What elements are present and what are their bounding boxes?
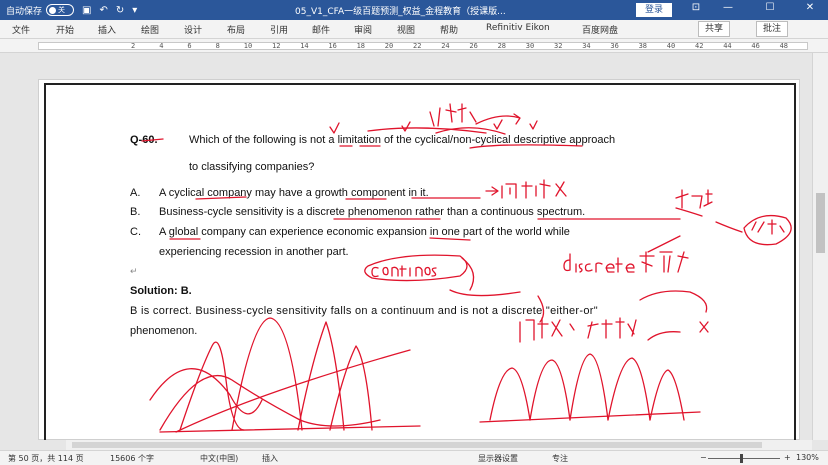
tab-design[interactable]: 设计 [184,23,202,36]
tab-baidu-netdisk[interactable]: 百度网盘 [582,23,618,36]
ruler-number: 18 [356,42,366,50]
ruler-number: 2 [131,42,136,50]
share-button[interactable]: 共享 [698,21,731,37]
zoom-level[interactable]: 130% [796,453,819,462]
zoom-out-icon[interactable]: − [700,453,707,462]
undo-icon[interactable]: ↶ [99,5,107,16]
tab-help[interactable]: 帮助 [440,23,458,36]
ruler-number: 34 [582,42,591,50]
horizontal-scrollbar[interactable] [66,440,812,450]
vertical-scrollbar[interactable] [812,53,828,440]
tab-view[interactable]: 视图 [397,23,415,36]
question-number: Q-60. [130,134,158,146]
tab-insert[interactable]: 插入 [98,23,116,36]
horizontal-ruler[interactable]: 2 4 6 8 10 12 14 16 18 20 22 24 26 28 30 32 34 36 38 40 42 44… [0,39,828,53]
ruler-number: 48 [779,42,789,50]
ruler-number: 44 [723,42,732,50]
ruler-number: 38 [638,42,648,50]
insert-mode[interactable]: 插入 [262,453,278,464]
redo-icon[interactable]: ↻ [116,5,124,16]
ruler-track: 2 4 6 8 10 12 14 16 18 20 22 24 26 28 30 32 34 36 38 40 42 44… [38,42,808,50]
option-c-text-line2: experiencing recession in another part. [159,246,349,258]
zoom-in-icon[interactable]: + [784,453,791,462]
ruler-number: 20 [384,42,394,50]
solution-label: Solution: B. [130,285,192,297]
toggle-knob [49,6,57,14]
ruler-number: 16 [328,42,337,50]
save-icon[interactable]: ▣ [82,5,91,16]
ruler-number: 40 [666,42,676,50]
ruler-number: 30 [525,42,535,50]
ruler-number: 26 [469,42,478,50]
ruler-number: 12 [272,42,281,50]
question-text-line1: Which of the following is not a limitati… [189,134,616,146]
ruler-number: 22 [413,42,422,50]
display-settings-button[interactable]: 显示器设置 [478,453,518,464]
ruler-number: 24 [441,42,450,50]
ribbon-tabs: 文件 开始 插入 绘图 设计 布局 引用 邮件 审阅 视图 帮助 Refinit… [0,20,828,39]
autosave-toggle[interactable]: 关 [46,4,75,16]
maximize-icon[interactable]: ☐ [756,2,784,13]
option-c-text: A global company can experience economic… [159,226,570,238]
ribbon-display-icon[interactable]: ⊡ [682,2,710,13]
page-count[interactable]: 第 50 页，共 114 页 [8,453,84,464]
focus-button[interactable]: 专注 [552,453,568,464]
status-bar: 第 50 页，共 114 页 15606 个字 中文(中国) 插入 显示器设置 … [0,450,828,465]
ruler-number: 28 [497,42,507,50]
autosave-state: 关 [58,6,66,14]
ruler-number: 4 [159,42,164,50]
login-button[interactable]: 登录 [636,3,672,17]
autosave-label: 自动保存 [6,6,43,17]
quick-access-more-icon[interactable]: ▾ [132,5,137,16]
minimize-icon[interactable]: — [714,2,742,13]
tab-file[interactable]: 文件 [12,23,30,36]
ruler-number: 8 [215,42,220,50]
title-bar: 自动保存 关 ▣ ↶ ↻ ▾ 05_V1_CFA一级百题预测_权益_金程教育（授… [0,0,828,20]
option-c-letter: C. [130,226,141,238]
ruler-number: 10 [243,42,253,50]
ruler-number: 14 [300,42,309,50]
tab-references[interactable]: 引用 [270,23,288,36]
tab-mailings[interactable]: 邮件 [312,23,330,36]
language-status[interactable]: 中文(中国) [200,453,238,464]
comment-button[interactable]: 批注 [756,21,789,37]
option-a-text: A cyclical company may have a growth com… [159,187,429,199]
ruler-number: 46 [751,42,760,50]
tab-review[interactable]: 审阅 [354,23,372,36]
tab-layout[interactable]: 布局 [227,23,245,36]
ruler-number: 36 [610,42,619,50]
explanation-line2: phenomenon. [130,325,198,337]
tab-home[interactable]: 开始 [56,23,74,36]
option-b-text: Business-cycle sensitivity is a discrete… [159,206,586,218]
zoom-slider[interactable] [708,458,780,459]
ruler-number: 6 [187,42,192,50]
vertical-scroll-thumb[interactable] [816,193,825,253]
tab-draw[interactable]: 绘图 [141,23,159,36]
option-b-letter: B. [130,206,141,218]
option-a-letter: A. [130,187,141,199]
explanation-line1: B is correct. Business-cycle sensitivity… [130,305,598,317]
ruler-number: 42 [695,42,704,50]
question-text-line2: to classifying companies? [189,161,315,173]
document-title: 05_V1_CFA一级百题预测_权益_金程教育（授课版... [295,7,506,17]
paragraph-mark: ↵ [130,266,138,276]
word-count[interactable]: 15606 个字 [110,453,154,464]
ruler-number: 32 [554,42,563,50]
close-icon[interactable]: ✕ [796,2,824,13]
horizontal-scroll-thumb[interactable] [72,442,762,448]
zoom-slider-thumb[interactable] [740,454,743,463]
tab-refinitiv-eikon[interactable]: Refinitiv Eikon [486,23,550,33]
